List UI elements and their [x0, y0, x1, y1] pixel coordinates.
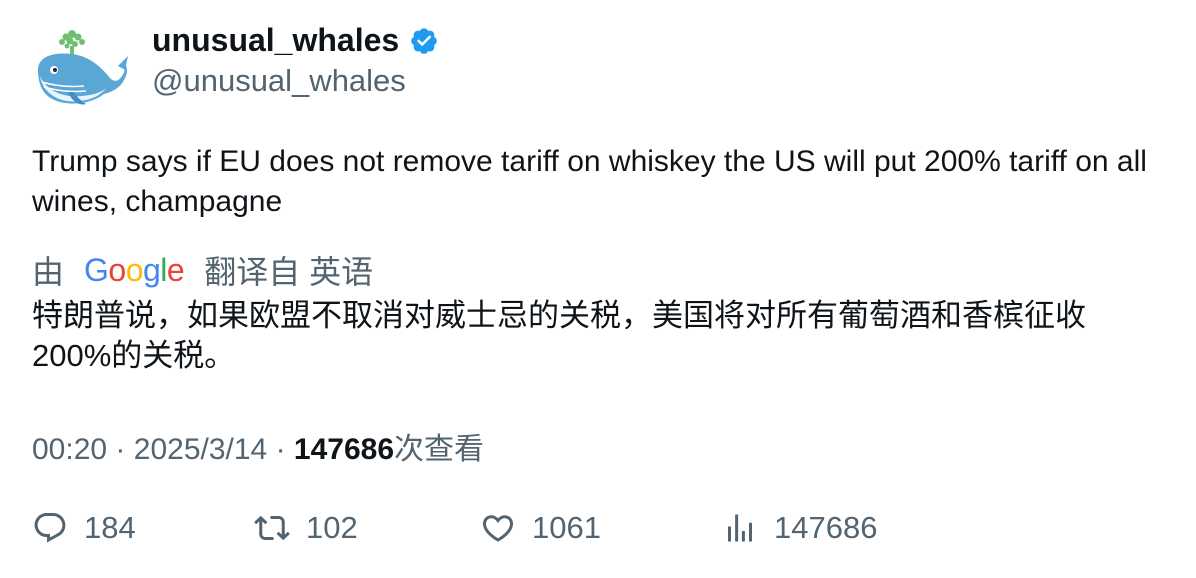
verified-badge-icon: [409, 26, 439, 56]
analytics-bars-icon: [728, 514, 752, 542]
retweet-count: 102: [306, 510, 358, 545]
translated-text: 特朗普说，如果欧盟不取消对威士忌的关税，美国将对所有葡萄酒和香槟征收200%的关…: [32, 298, 1086, 373]
tweet-text: Trump says if EU does not remove tariff …: [32, 145, 1147, 218]
reply-button[interactable]: 184: [32, 510, 136, 546]
translation-suffix: 翻译自 英语: [204, 254, 374, 290]
views-button[interactable]: 147686: [722, 510, 877, 546]
views-action-count: 147686: [774, 510, 878, 545]
translation-attribution: 由 Google 翻译自 英语: [32, 247, 373, 293]
action-bar: 184 102 1061 147686: [32, 510, 1162, 554]
avatar[interactable]: [32, 26, 128, 112]
heart-icon: [482, 515, 514, 542]
retweet-icon: [254, 515, 290, 541]
like-count: 1061: [532, 510, 601, 545]
author-handle[interactable]: @unusual_whales: [152, 63, 406, 99]
like-button[interactable]: 1061: [480, 510, 601, 546]
views-label: 次查看: [394, 433, 485, 466]
views-count: 147686: [293, 433, 395, 466]
reply-icon: [34, 513, 66, 543]
author-display-name[interactable]: unusual_whales: [152, 22, 439, 59]
translation-prefix: 由: [32, 254, 65, 290]
whale-avatar-icon: [38, 30, 128, 105]
meta-separator: ·: [115, 433, 126, 466]
tweet-meta: 00:20 · 2025/3/14 · 147686次查看: [32, 424, 484, 468]
meta-separator: ·: [275, 433, 286, 466]
tweet-time[interactable]: 00:20: [32, 433, 107, 466]
retweet-button[interactable]: 102: [254, 510, 358, 546]
author-name-text[interactable]: unusual_whales: [152, 22, 399, 59]
google-logo: Google: [84, 251, 185, 288]
tweet-date[interactable]: 2025/3/14: [134, 433, 267, 466]
reply-count: 184: [84, 510, 136, 545]
